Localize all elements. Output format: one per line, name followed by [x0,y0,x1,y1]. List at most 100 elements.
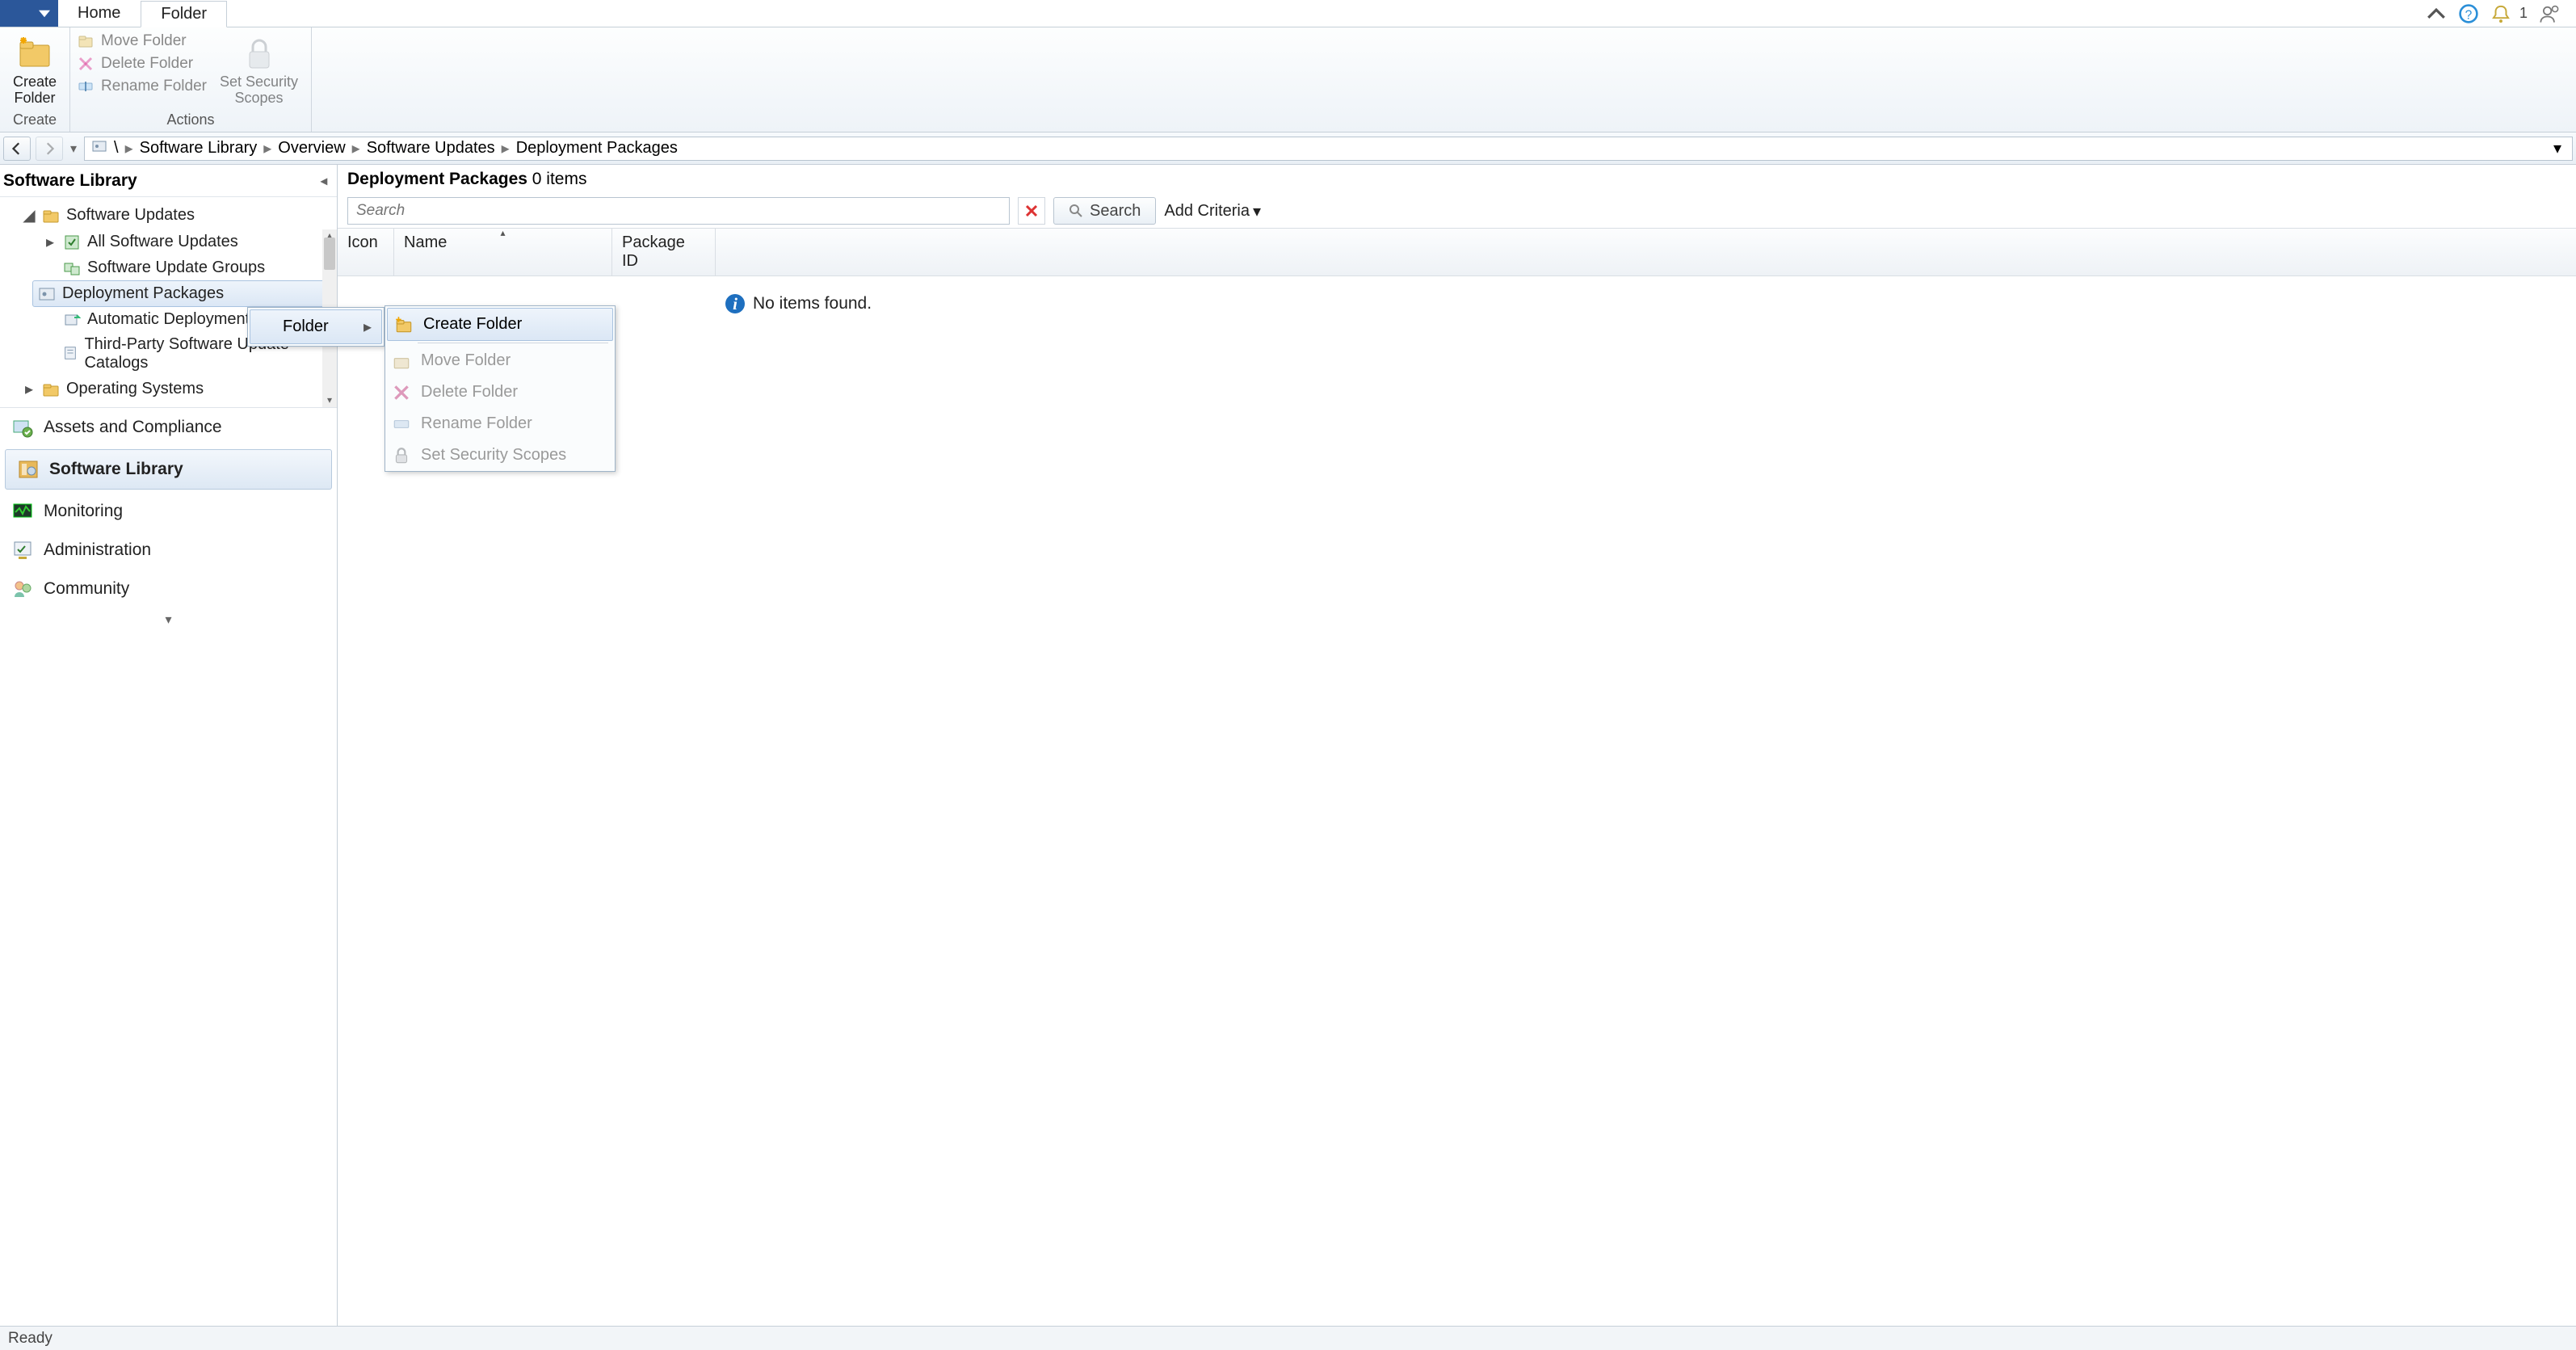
svg-text:?: ? [2465,8,2473,22]
scroll-thumb[interactable] [324,238,335,270]
address-dropdown-icon[interactable]: ▾ [2549,138,2565,158]
grid-body: i No items found. [338,276,2576,1326]
info-icon: i [725,294,745,313]
breadcrumb-item[interactable]: Software Library [140,139,258,158]
user-feedback-icon[interactable] [2539,3,2560,24]
context-menu: Folder ▸ [247,307,385,347]
chevron-right-icon: ▸ [352,138,360,158]
tree-node-operating-systems[interactable]: ▸ Operating Systems [0,376,337,402]
content-heading-count: 0 items [532,170,587,188]
status-bar: Ready [0,1326,2576,1350]
tree-node-software-updates[interactable]: ◢ Software Updates [0,202,337,229]
ribbon-group-actions: Move Folder Delete Folder Rename Folder [70,27,312,132]
tab-folder[interactable]: Folder [141,1,227,27]
chevron-down-icon: ▾ [1253,201,1261,221]
help-icon[interactable]: ? [2458,3,2479,24]
chevron-right-icon: ▸ [502,138,510,158]
column-label: Name [404,233,447,251]
update-groups-icon [63,259,81,277]
folder-move-icon [392,351,411,371]
workspace-assets[interactable]: Assets and Compliance [0,408,337,447]
breadcrumb-item[interactable]: Deployment Packages [516,139,678,158]
delete-icon [392,383,411,402]
nav-back-button[interactable] [3,137,31,161]
delete-icon [77,55,95,73]
tree-node-deployment-packages[interactable]: Deployment Packages [32,280,329,307]
workspace-administration[interactable]: Administration [0,531,337,570]
tree-node-all-software-updates[interactable]: ▸ All Software Updates [0,229,337,255]
tab-bar: Home Folder ? 1 [0,0,2576,27]
app-menu-toggle[interactable] [0,0,58,27]
nav-pane-title: Software Library [3,171,137,191]
rename-folder-label: Rename Folder [101,78,207,95]
breadcrumb-root: \ [114,139,119,158]
sort-ascending-icon: ▴ [500,227,505,238]
nav-forward-button[interactable] [36,137,63,161]
set-security-scopes-button[interactable]: Set Security Scopes [213,31,305,110]
lock-icon [392,446,411,465]
community-icon [11,578,34,600]
workspace-switcher: Assets and Compliance Software Library M… [0,407,337,631]
tree-node-software-update-groups[interactable]: Software Update Groups [0,255,337,280]
chevron-right-icon: ▸ [125,138,133,158]
clear-search-button[interactable] [1018,197,1045,225]
breadcrumb-bar: ▾ \ ▸ Software Library ▸ Overview ▸ Soft… [0,132,2576,165]
workspace-community[interactable]: Community [0,570,337,608]
address-bar[interactable]: \ ▸ Software Library ▸ Overview ▸ Softwa… [84,137,2573,161]
add-criteria-button[interactable]: Add Criteria ▾ [1164,201,1261,221]
search-button[interactable]: Search [1053,197,1156,225]
column-header-icon[interactable]: Icon [338,229,394,275]
search-button-label: Search [1090,202,1141,221]
rename-icon [392,414,411,434]
workspace-software-library[interactable]: Software Library [5,449,332,490]
collapse-pane-icon[interactable]: ◂ [321,173,327,189]
workspace-overflow-icon[interactable]: ▾ [0,608,337,631]
collapse-ribbon-icon[interactable] [2426,3,2447,24]
grid-header: Icon ▴ Name Package ID [338,228,2576,276]
column-header-package-id[interactable]: Package ID [612,229,716,275]
submenu-arrow-icon: ▸ [363,317,372,337]
context-menu-label: Move Folder [421,351,511,370]
column-header-name[interactable]: ▴ Name [394,229,612,275]
folder-icon [42,207,60,225]
adr-icon [63,311,81,329]
software-library-icon [17,458,40,481]
context-menu-item-folder[interactable]: Folder ▸ [250,309,382,344]
move-folder-button[interactable]: Move Folder [77,32,207,50]
create-folder-button[interactable]: Create Folder [6,31,63,110]
delete-folder-label: Delete Folder [101,55,193,73]
context-menu-item-create-folder[interactable]: Create Folder [387,308,613,341]
deployment-packages-icon [38,285,56,303]
tree-label: Software Updates [66,206,195,225]
context-menu-item-rename-folder: Rename Folder [385,408,615,439]
breadcrumb-item[interactable]: Software Updates [367,139,495,158]
chevron-right-icon: ▸ [263,138,271,158]
tree-collapse-icon[interactable]: ◢ [23,205,36,225]
rename-icon [77,78,95,95]
folder-icon [42,381,60,398]
ribbon: Create Folder Create Move Folder Delete … [0,27,2576,132]
tab-home[interactable]: Home [58,0,141,27]
delete-folder-button[interactable]: Delete Folder [77,55,207,73]
workspace-label: Assets and Compliance [44,418,222,437]
nav-history-dropdown[interactable]: ▾ [68,141,79,157]
add-criteria-label: Add Criteria [1164,202,1250,221]
scroll-down-icon[interactable]: ▾ [322,394,337,407]
workspace-monitoring[interactable]: Monitoring [0,492,337,531]
folder-move-icon [77,32,95,50]
content-heading: Deployment Packages 0 items [338,165,2576,194]
search-input[interactable] [347,197,1010,225]
tree-expand-icon[interactable]: ▸ [44,232,57,252]
notification-bell-icon[interactable] [2490,3,2511,24]
workspace-label: Monitoring [44,502,123,521]
rename-folder-button[interactable]: Rename Folder [77,78,207,95]
context-submenu: Create Folder Move Folder Delete Folder … [385,305,616,472]
updates-icon [63,233,81,251]
workspace-label: Community [44,579,129,599]
content-heading-name: Deployment Packages [347,170,527,188]
tree-expand-icon[interactable]: ▸ [23,379,36,399]
close-icon [1023,203,1040,219]
breadcrumb-item[interactable]: Overview [278,139,345,158]
context-menu-item-move-folder: Move Folder [385,345,615,376]
chevron-down-icon [39,8,50,19]
